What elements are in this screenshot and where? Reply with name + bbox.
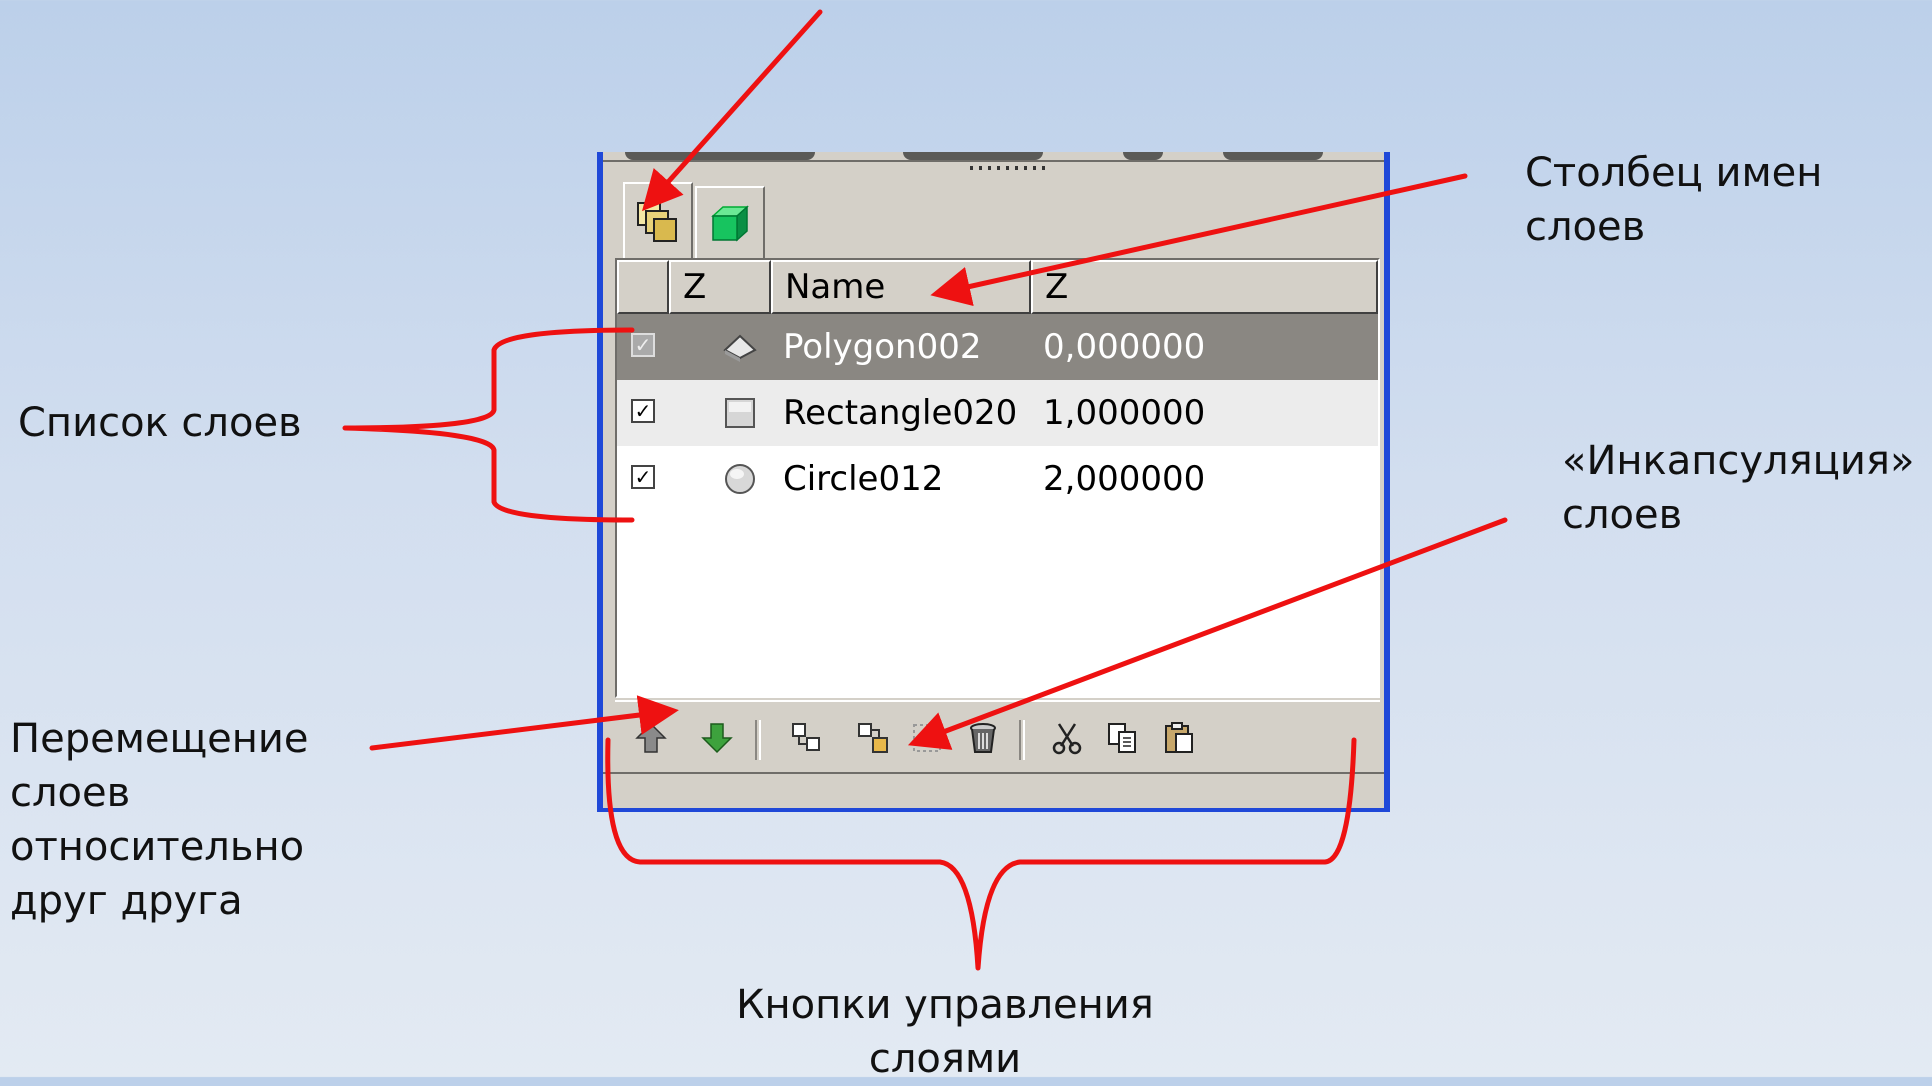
arrow-to-layers-tab (642, 9, 823, 212)
arrow-to-encapsulation (907, 517, 1508, 750)
annotation-overlay (342, 9, 1508, 971)
brace-layers-list (342, 327, 635, 523)
arrow-to-move-buttons (369, 695, 679, 751)
brace-toolbar-buttons (605, 737, 1357, 971)
arrow-to-name-column (930, 173, 1468, 307)
